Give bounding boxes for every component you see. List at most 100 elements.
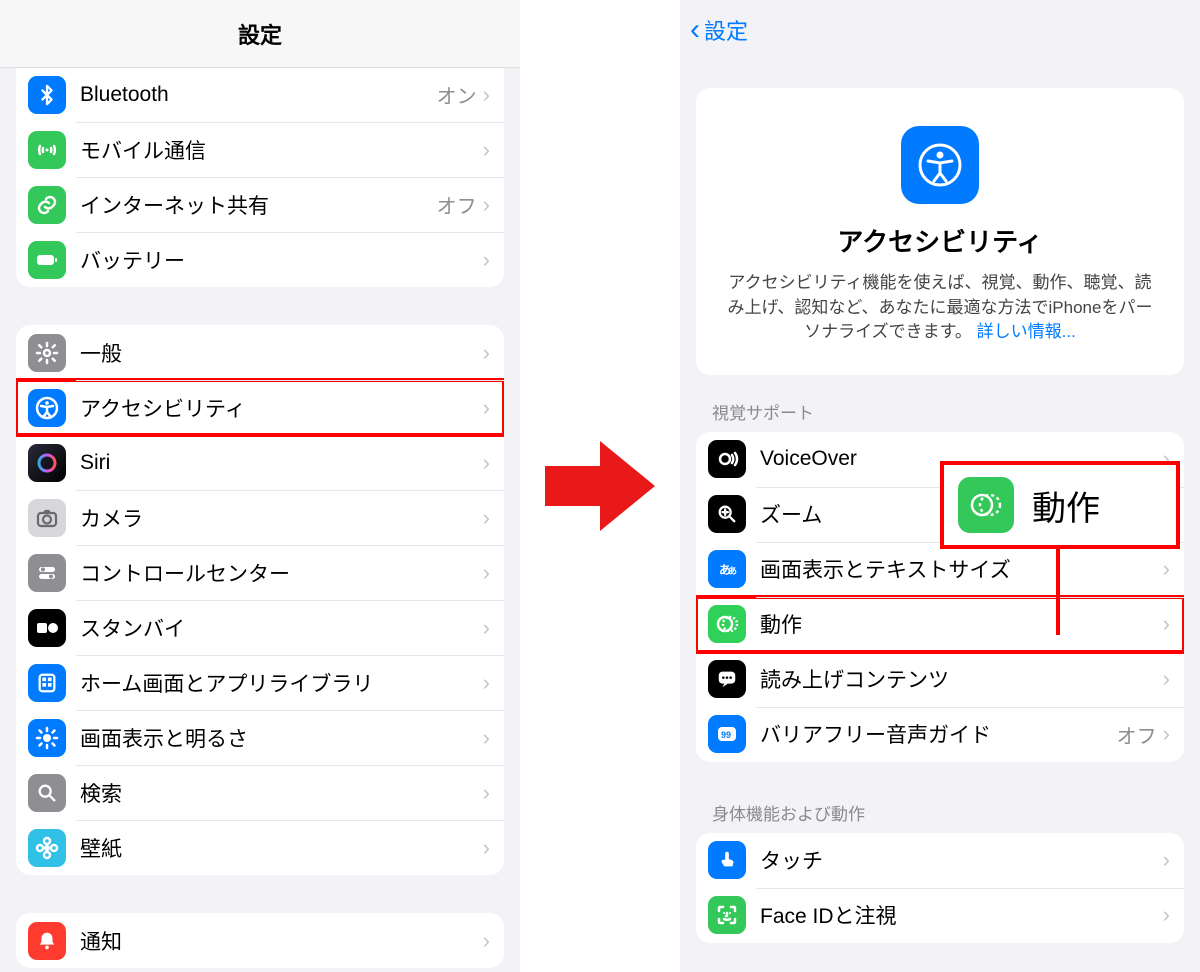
row-label: 動作 [760, 609, 1163, 639]
search-icon [28, 774, 66, 812]
row-label: アクセシビリティ [80, 393, 483, 423]
chevron-right-icon: › [483, 137, 490, 163]
settings-row-search[interactable]: 検索› [16, 765, 504, 820]
chevron-right-icon: › [483, 780, 490, 806]
settings-row-home[interactable]: ホーム画面とアプリライブラリ› [16, 655, 504, 710]
accessibility-icon [28, 389, 66, 427]
motion-callout: 動作 [944, 465, 1176, 545]
chevron-right-icon: › [483, 835, 490, 861]
row-value: オフ [1117, 720, 1157, 749]
chevron-right-icon: › [483, 725, 490, 751]
settings-row-switches[interactable]: コントロールセンター› [16, 545, 504, 600]
motion-icon [958, 477, 1014, 533]
battery-icon [28, 241, 66, 279]
row-label: インターネット共有 [80, 190, 437, 220]
section-header-vision: 視覚サポート [712, 399, 1168, 424]
switches-icon [28, 554, 66, 592]
chevron-right-icon: › [483, 450, 490, 476]
row-label: 画面表示と明るさ [80, 723, 483, 753]
row-label: バリアフリー音声ガイド [760, 719, 1117, 749]
notifications-icon [28, 922, 66, 960]
chevron-left-icon: ‹ [690, 15, 700, 45]
row-label: Siri [80, 451, 483, 475]
settings-row-siri[interactable]: Siri› [16, 435, 504, 490]
chevron-right-icon: › [483, 670, 490, 696]
back-button[interactable]: ‹ 設定 [690, 14, 748, 46]
row-label: コントロールセンター [80, 558, 483, 588]
settings-row-battery[interactable]: バッテリー› [16, 232, 504, 287]
settings-group-general: 一般›アクセシビリティ›Siri›カメラ›コントロールセンター›スタンバイ›ホー… [16, 325, 504, 875]
row-label: カメラ [80, 503, 483, 533]
settings-row-antenna[interactable]: モバイル通信› [16, 122, 504, 177]
nav-bar: ‹ 設定 [680, 0, 1200, 60]
textsize-icon: ああ [708, 550, 746, 588]
row-label: 画面表示とテキストサイズ [760, 554, 1163, 584]
chevron-right-icon: › [483, 928, 490, 954]
chevron-right-icon: › [483, 82, 490, 108]
chevron-right-icon: › [483, 247, 490, 273]
settings-row-faceid[interactable]: Face IDと注視› [696, 888, 1184, 943]
row-label: バッテリー [80, 245, 483, 275]
accessibility-hero-icon [901, 126, 979, 204]
transition-arrow-gap [520, 0, 680, 972]
row-label: スタンバイ [80, 613, 483, 643]
faceid-icon [708, 896, 746, 934]
arrow-right-icon [545, 441, 655, 531]
chevron-right-icon: › [483, 615, 490, 641]
row-label: 検索 [80, 778, 483, 808]
brightness-icon [28, 719, 66, 757]
row-label: ホーム画面とアプリライブラリ [80, 668, 483, 698]
touch-icon [708, 841, 746, 879]
voiceover-icon [708, 440, 746, 478]
link-icon [28, 186, 66, 224]
svg-text:あ: あ [728, 566, 737, 576]
row-label: 壁紙 [80, 833, 483, 863]
chevron-right-icon: › [483, 192, 490, 218]
settings-row-speech[interactable]: 読み上げコンテンツ› [696, 652, 1184, 707]
hero-title: アクセシビリティ [722, 222, 1158, 259]
settings-row-brightness[interactable]: 画面表示と明るさ› [16, 710, 504, 765]
chevron-right-icon: › [1163, 611, 1170, 637]
settings-row-touch[interactable]: タッチ› [696, 833, 1184, 888]
camera-icon [28, 499, 66, 537]
speech-icon [708, 660, 746, 698]
hero-body: アクセシビリティ機能を使えば、視覚、動作、聴覚、読み上げ、認知など、あなたに最適… [722, 271, 1158, 345]
row-label: タッチ [760, 845, 1163, 875]
row-label: 一般 [80, 338, 483, 368]
row-label: 読み上げコンテンツ [760, 664, 1163, 694]
row-label: Face IDと注視 [760, 900, 1163, 930]
settings-row-gear[interactable]: 一般› [16, 325, 504, 380]
settings-row-link[interactable]: インターネット共有オフ› [16, 177, 504, 232]
gear-icon [28, 334, 66, 372]
settings-group-connectivity: Bluetoothオン›モバイル通信›インターネット共有オフ›バッテリー› [16, 68, 504, 287]
settings-row-motion[interactable]: 動作› [696, 597, 1184, 652]
chevron-right-icon: › [483, 560, 490, 586]
antenna-icon [28, 131, 66, 169]
settings-row-notifications[interactable]: 通知› [16, 913, 504, 968]
row-value: オフ [437, 190, 477, 219]
settings-row-standby[interactable]: スタンバイ› [16, 600, 504, 655]
row-label: モバイル通信 [80, 135, 483, 165]
back-label: 設定 [704, 14, 748, 46]
chevron-right-icon: › [1163, 721, 1170, 747]
settings-group-motor: タッチ›Face IDと注視› [696, 833, 1184, 943]
settings-row-textsize[interactable]: ああ画面表示とテキストサイズ› [696, 542, 1184, 597]
settings-group-notifications: 通知› [16, 913, 504, 968]
chevron-right-icon: › [483, 395, 490, 421]
settings-row-camera[interactable]: カメラ› [16, 490, 504, 545]
home-icon [28, 664, 66, 702]
hero-more-link[interactable]: 詳しい情報... [977, 322, 1076, 341]
settings-row-audio-desc[interactable]: 99バリアフリー音声ガイドオフ› [696, 707, 1184, 762]
chevron-right-icon: › [1163, 902, 1170, 928]
settings-row-accessibility[interactable]: アクセシビリティ› [16, 380, 504, 435]
settings-row-bluetooth[interactable]: Bluetoothオン› [16, 68, 504, 122]
standby-icon [28, 609, 66, 647]
page-title: 設定 [0, 0, 520, 68]
motion-icon [708, 605, 746, 643]
accessibility-screen-right: ‹ 設定 アクセシビリティ アクセシビリティ機能を使えば、視覚、動作、聴覚、読み… [680, 0, 1200, 972]
chevron-right-icon: › [1163, 556, 1170, 582]
settings-screen-left: 設定 Bluetoothオン›モバイル通信›インターネット共有オフ›バッテリー›… [0, 0, 520, 972]
row-label: 通知 [80, 926, 483, 956]
chevron-right-icon: › [1163, 847, 1170, 873]
settings-row-wallpaper[interactable]: 壁紙› [16, 820, 504, 875]
